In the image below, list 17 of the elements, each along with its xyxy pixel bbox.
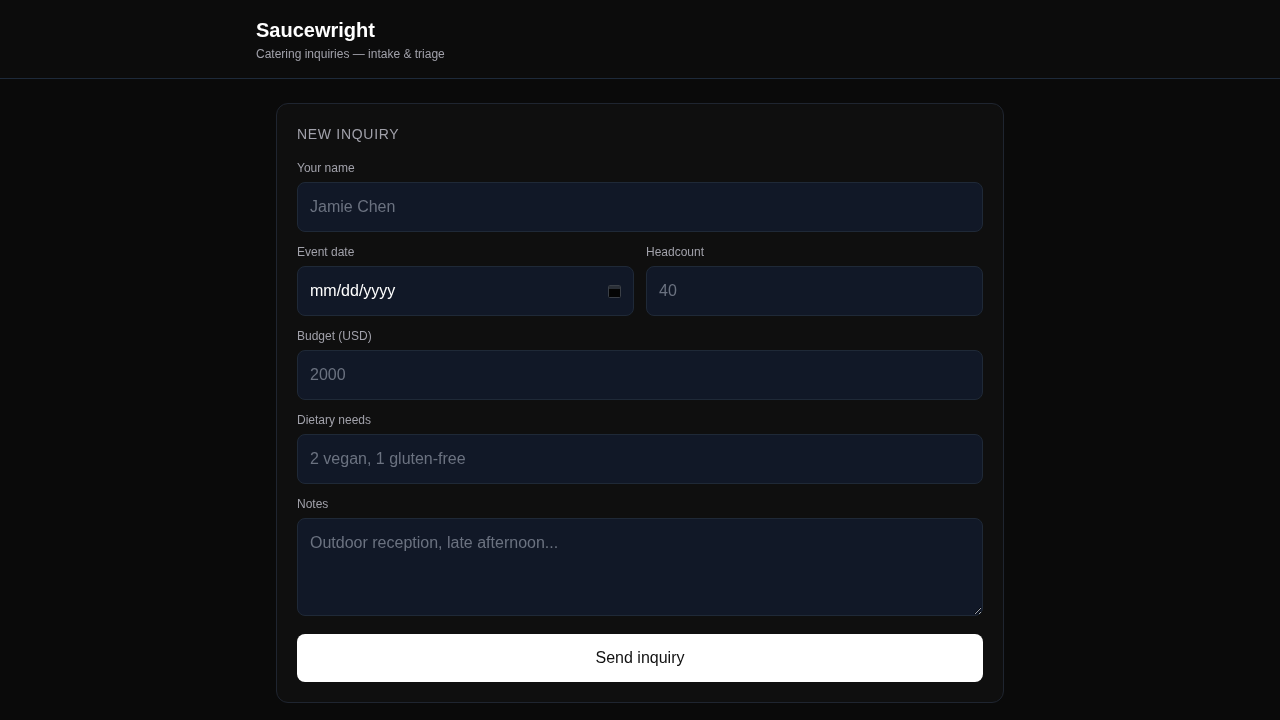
- calendar-icon[interactable]: [608, 284, 621, 298]
- form-heading: NEW INQUIRY: [297, 125, 401, 144]
- field-label: Dietary needs: [297, 412, 373, 428]
- number-field[interactable]: 40: [646, 266, 983, 316]
- input-field[interactable]: 2 vegan, 1 gluten-free: [297, 434, 983, 484]
- textarea-field[interactable]: Outdoor reception, late afternoon...: [297, 518, 983, 616]
- date-field[interactable]: mm/dd/yyyy: [297, 266, 634, 316]
- field-label: Your name: [297, 160, 356, 176]
- input-field[interactable]: Jamie Chen: [297, 182, 983, 232]
- field-label: Headcount: [646, 244, 706, 260]
- field-label: Notes: [297, 496, 330, 512]
- send-button[interactable]: Send inquiry: [297, 634, 983, 682]
- field-label: Budget (USD): [297, 328, 373, 344]
- app-subtitle: Catering inquiries — intake & triage: [256, 46, 446, 62]
- app-title: Saucewright: [256, 18, 376, 43]
- field-label: Event date: [297, 244, 356, 260]
- number-field[interactable]: 2000: [297, 350, 983, 400]
